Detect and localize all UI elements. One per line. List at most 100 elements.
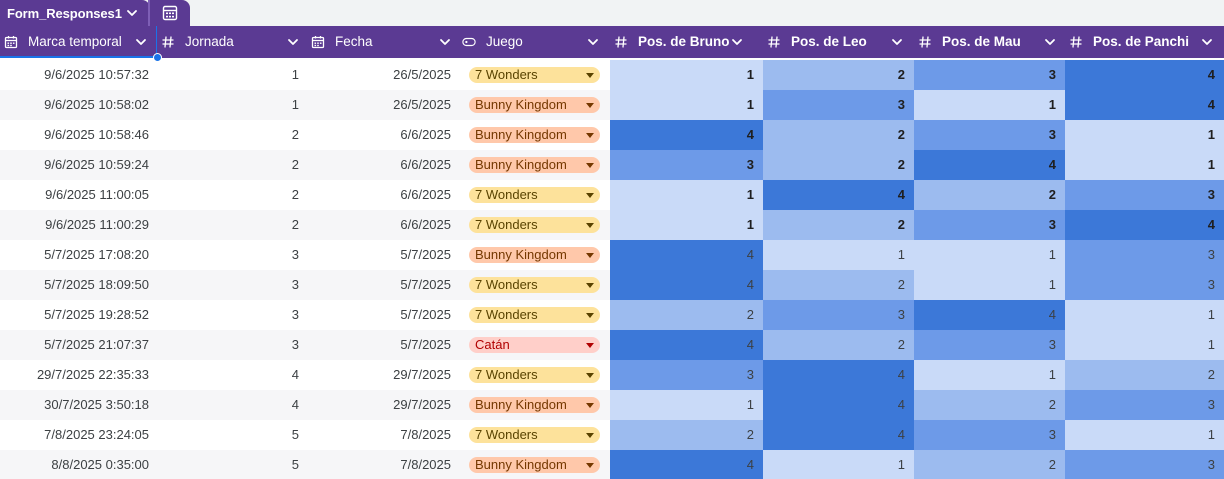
column-header-5[interactable]: Pos. de Leo (763, 26, 914, 58)
cell-pos-bruno[interactable]: 2 (610, 300, 763, 330)
cell-pos-leo[interactable]: 4 (763, 420, 914, 450)
cell-pos-panchi[interactable]: 3 (1065, 240, 1224, 270)
cell-pos-panchi[interactable]: 4 (1065, 90, 1224, 120)
cell-jornada[interactable]: 4 (157, 360, 307, 390)
cell-pos-panchi[interactable]: 3 (1065, 390, 1224, 420)
cell-pos-leo[interactable]: 3 (763, 90, 914, 120)
cell-pos-mau[interactable]: 2 (914, 180, 1065, 210)
cell-pos-bruno[interactable]: 4 (610, 330, 763, 360)
chevron-down-icon[interactable] (124, 5, 140, 21)
cell-jornada[interactable]: 2 (157, 210, 307, 240)
cell-jornada[interactable]: 1 (157, 90, 307, 120)
chevron-down-icon[interactable] (1200, 35, 1214, 49)
juego-chip[interactable]: 7 Wonders (469, 427, 600, 443)
cell-pos-bruno[interactable]: 2 (610, 420, 763, 450)
cell-pos-panchi[interactable]: 3 (1065, 270, 1224, 300)
cell-fecha[interactable]: 7/8/2025 (307, 420, 458, 450)
cell-juego[interactable]: Bunny Kingdom (458, 120, 610, 150)
dropdown-arrow-icon[interactable] (586, 102, 594, 108)
table-row[interactable]: 9/6/2025 10:57:32 1 26/5/2025 7 Wonders 1 2 3 4 (0, 60, 1224, 90)
chevron-down-icon[interactable] (890, 35, 904, 49)
cell-pos-leo[interactable]: 1 (763, 240, 914, 270)
cell-marca-temporal[interactable]: 9/6/2025 10:58:46 (0, 120, 157, 150)
chevron-down-icon[interactable] (586, 35, 600, 49)
cell-jornada[interactable]: 5 (157, 450, 307, 479)
cell-pos-leo[interactable]: 2 (763, 120, 914, 150)
cell-juego[interactable]: Bunny Kingdom (458, 150, 610, 180)
table-row[interactable]: 9/6/2025 11:00:29 2 6/6/2025 7 Wonders 1 2 3 4 (0, 210, 1224, 240)
table-row[interactable]: 9/6/2025 10:58:46 2 6/6/2025 Bunny Kingdom 4… (0, 120, 1224, 150)
cell-pos-bruno[interactable]: 4 (610, 270, 763, 300)
cell-pos-panchi[interactable]: 2 (1065, 360, 1224, 390)
cell-fecha[interactable]: 6/6/2025 (307, 150, 458, 180)
cell-pos-mau[interactable]: 3 (914, 330, 1065, 360)
table-row[interactable]: 29/7/2025 22:35:33 4 29/7/2025 7 Wonders 3 4 1… (0, 360, 1224, 390)
cell-pos-panchi[interactable]: 1 (1065, 330, 1224, 360)
sheet-tab-form-responses[interactable]: Form_Responses1 (0, 0, 150, 26)
cell-pos-mau[interactable]: 3 (914, 210, 1065, 240)
juego-chip[interactable]: 7 Wonders (469, 217, 600, 233)
cell-juego[interactable]: Bunny Kingdom (458, 390, 610, 420)
cell-pos-leo[interactable]: 3 (763, 300, 914, 330)
juego-chip[interactable]: Bunny Kingdom (469, 397, 600, 413)
cell-pos-panchi[interactable]: 1 (1065, 150, 1224, 180)
cell-juego[interactable]: Bunny Kingdom (458, 90, 610, 120)
cell-jornada[interactable]: 1 (157, 60, 307, 90)
cell-jornada[interactable]: 5 (157, 420, 307, 450)
cell-marca-temporal[interactable]: 5/7/2025 17:08:20 (0, 240, 157, 270)
cell-marca-temporal[interactable]: 30/7/2025 3:50:18 (0, 390, 157, 420)
cell-fecha[interactable]: 7/8/2025 (307, 450, 458, 479)
cell-pos-mau[interactable]: 4 (914, 150, 1065, 180)
cell-pos-mau[interactable]: 4 (914, 300, 1065, 330)
table-row[interactable]: 8/8/2025 0:35:00 5 7/8/2025 Bunny Kingdom 4 1… (0, 450, 1224, 479)
cell-pos-panchi[interactable]: 3 (1065, 450, 1224, 479)
cell-fecha[interactable]: 6/6/2025 (307, 180, 458, 210)
column-header-4[interactable]: Pos. de Bruno (610, 26, 763, 58)
column-header-7[interactable]: Pos. de Panchi (1065, 26, 1224, 58)
juego-chip[interactable]: Bunny Kingdom (469, 157, 600, 173)
cell-pos-leo[interactable]: 2 (763, 270, 914, 300)
cell-pos-leo[interactable]: 1 (763, 450, 914, 479)
juego-chip[interactable]: 7 Wonders (469, 307, 600, 323)
cell-fecha[interactable]: 5/7/2025 (307, 240, 458, 270)
cell-pos-panchi[interactable]: 4 (1065, 60, 1224, 90)
juego-chip[interactable]: 7 Wonders (469, 67, 600, 83)
table-row[interactable]: 9/6/2025 11:00:05 2 6/6/2025 7 Wonders 1 4 2 3 (0, 180, 1224, 210)
cell-juego[interactable]: Bunny Kingdom (458, 240, 610, 270)
cell-juego[interactable]: 7 Wonders (458, 210, 610, 240)
cell-marca-temporal[interactable]: 9/6/2025 11:00:29 (0, 210, 157, 240)
chevron-down-icon[interactable] (730, 35, 744, 49)
cell-pos-mau[interactable]: 1 (914, 270, 1065, 300)
cell-pos-mau[interactable]: 2 (914, 390, 1065, 420)
dropdown-arrow-icon[interactable] (586, 342, 594, 348)
cell-jornada[interactable]: 3 (157, 270, 307, 300)
cell-pos-bruno[interactable]: 4 (610, 450, 763, 479)
dropdown-arrow-icon[interactable] (586, 372, 594, 378)
table-row[interactable]: 9/6/2025 10:58:02 1 26/5/2025 Bunny Kingdom… (0, 90, 1224, 120)
cell-pos-bruno[interactable]: 4 (610, 240, 763, 270)
cell-marca-temporal[interactable]: 29/7/2025 22:35:33 (0, 360, 157, 390)
cell-pos-panchi[interactable]: 1 (1065, 120, 1224, 150)
table-row[interactable]: 9/6/2025 10:59:24 2 6/6/2025 Bunny Kingdom 3… (0, 150, 1224, 180)
cell-pos-bruno[interactable]: 1 (610, 90, 763, 120)
cell-jornada[interactable]: 2 (157, 180, 307, 210)
cell-juego[interactable]: 7 Wonders (458, 300, 610, 330)
cell-fecha[interactable]: 26/5/2025 (307, 60, 458, 90)
cell-juego[interactable]: 7 Wonders (458, 270, 610, 300)
cell-pos-panchi[interactable]: 3 (1065, 180, 1224, 210)
cell-juego[interactable]: Bunny Kingdom (458, 450, 610, 479)
column-header-6[interactable]: Pos. de Mau (914, 26, 1065, 58)
cell-pos-leo[interactable]: 2 (763, 60, 914, 90)
cell-marca-temporal[interactable]: 9/6/2025 10:59:24 (0, 150, 157, 180)
cell-jornada[interactable]: 3 (157, 300, 307, 330)
cell-fecha[interactable]: 29/7/2025 (307, 360, 458, 390)
cell-pos-mau[interactable]: 2 (914, 450, 1065, 479)
cell-juego[interactable]: 7 Wonders (458, 60, 610, 90)
cell-pos-bruno[interactable]: 1 (610, 180, 763, 210)
cell-juego[interactable]: 7 Wonders (458, 180, 610, 210)
cell-pos-bruno[interactable]: 3 (610, 360, 763, 390)
cell-fecha[interactable]: 5/7/2025 (307, 330, 458, 360)
table-row[interactable]: 5/7/2025 17:08:20 3 5/7/2025 Bunny Kingdom 4… (0, 240, 1224, 270)
column-header-0[interactable]: Marca temporal (0, 26, 157, 58)
column-header-3[interactable]: Juego (458, 26, 610, 58)
